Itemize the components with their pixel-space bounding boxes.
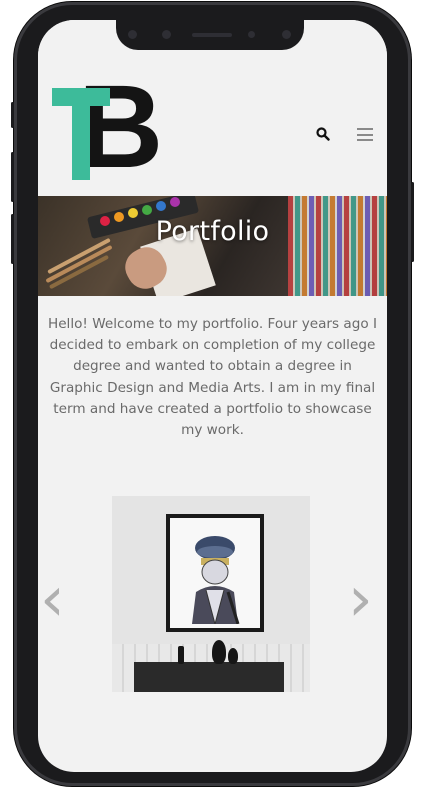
intro-line: term and have created a portfolio to sho… (53, 400, 372, 417)
logo-letter-b: B (78, 61, 164, 193)
phone-notch (116, 20, 304, 50)
phone-power-button (411, 182, 414, 262)
phone-screen: B Portfolio Hello! Welcome to my portfol… (38, 20, 387, 772)
portrait-illustration (192, 536, 240, 624)
logo-letter-t-stem (72, 88, 90, 180)
intro-line: decided to embark on completion of my co… (49, 337, 376, 354)
sideboard (134, 662, 284, 692)
framed-artwork (166, 514, 264, 632)
menu-icon[interactable] (357, 128, 373, 141)
intro-line: Hello! Welcome to my portfolio. Four yea… (47, 316, 378, 332)
carousel-slide-image[interactable] (112, 496, 310, 692)
intro-line: degree and wanted to obtain a degree in (73, 358, 352, 375)
phone-volume-up (11, 152, 14, 202)
phone-volume-down (11, 214, 14, 264)
intro-paragraph: Hello! Welcome to my portfolio. Four yea… (38, 314, 387, 441)
intro-line: my work. (181, 422, 244, 439)
chevron-left-icon[interactable]: ‹ (40, 568, 65, 630)
site-logo[interactable]: B (52, 68, 163, 186)
intro-line: Graphic Design and Media Arts. I am in m… (49, 379, 376, 396)
search-icon[interactable] (316, 127, 330, 141)
hero-title: Portfolio (155, 216, 270, 247)
phone-side-button (11, 102, 14, 128)
chevron-right-icon[interactable]: › (348, 568, 373, 630)
